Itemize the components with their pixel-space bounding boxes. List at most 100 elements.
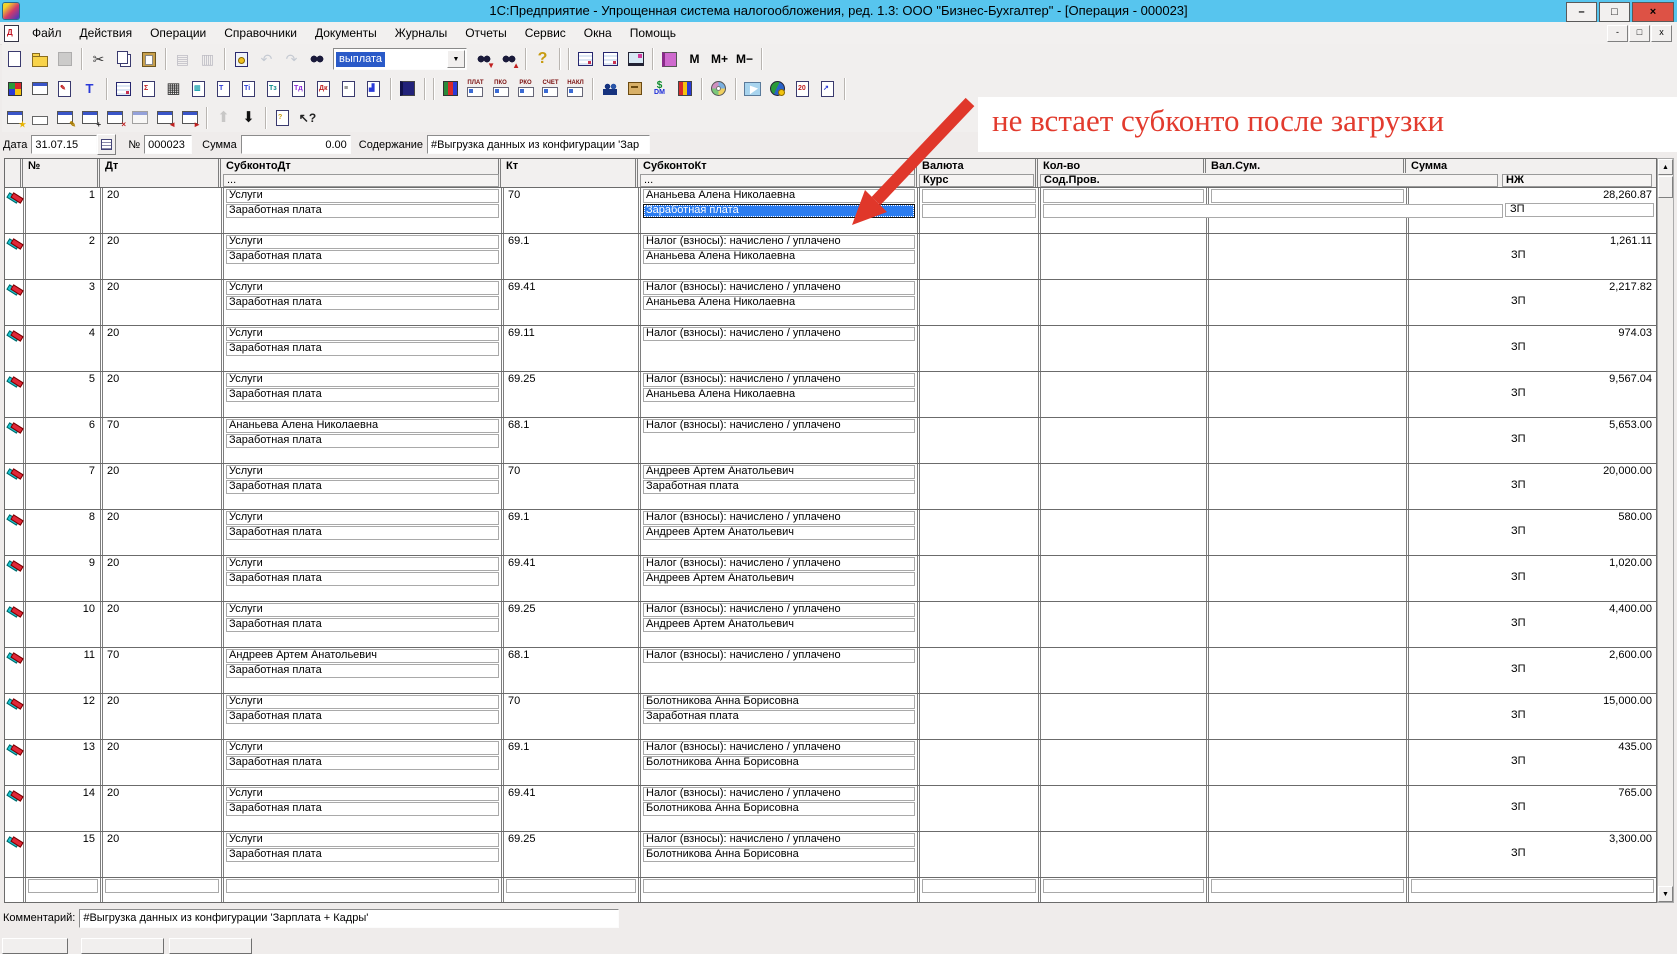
kt-cell[interactable]: 69.41 xyxy=(501,556,638,601)
posting-row-6[interactable]: 670Ананьева Алена НиколаевнаЗаработная п… xyxy=(5,418,1656,464)
currency-cell[interactable] xyxy=(917,510,1038,555)
empty-box[interactable] xyxy=(1411,879,1654,893)
kt-cell[interactable]: 68.1 xyxy=(501,418,638,463)
copy-row-icon[interactable] xyxy=(127,106,152,130)
journal-columns-icon[interactable]: ▥ xyxy=(186,77,211,101)
posting-row-11[interactable]: 1170Андреев Артем АнатольевичЗаработная … xyxy=(5,648,1656,694)
subconto-dt-line[interactable]: Заработная плата xyxy=(226,802,499,816)
kt-cell[interactable]: 69.11 xyxy=(501,326,638,371)
subconto-dt-line[interactable]: Услуги xyxy=(226,695,499,709)
posting-row-5[interactable]: 520УслугиЗаработная плата69.25Налог (взн… xyxy=(5,372,1656,418)
subconto-kt-line[interactable]: Налог (взносы): начислено / уплачено xyxy=(643,787,915,801)
currency-cell[interactable] xyxy=(917,740,1038,785)
subconto-dt-cell[interactable]: УслугиЗаработная плата xyxy=(221,188,501,233)
subconto-kt-line[interactable]: Ананьева Алена Николаевна xyxy=(643,388,915,402)
subconto-kt-cell[interactable]: Налог (взносы): начислено / уплаченоАнан… xyxy=(638,234,917,279)
menu-item-7[interactable]: Сервис xyxy=(516,23,575,43)
dt-cell[interactable]: 20 xyxy=(100,694,221,739)
calendar-icon[interactable]: 20 xyxy=(790,77,815,101)
currency-cell[interactable] xyxy=(917,602,1038,647)
subconto-kt-line[interactable]: Налог (взносы): начислено / уплачено xyxy=(643,511,915,525)
num-cell[interactable]: 1 xyxy=(23,188,100,233)
posting-row-4[interactable]: 420УслугиЗаработная плата69.11Налог (взн… xyxy=(5,326,1656,372)
print-preview-icon[interactable]: ▥ xyxy=(195,47,220,71)
valsum-cell[interactable] xyxy=(1206,832,1406,877)
sum-cell[interactable]: 974.03ЗП xyxy=(1406,326,1656,371)
calculator-icon[interactable] xyxy=(573,47,598,71)
dt-cell[interactable]: 20 xyxy=(100,832,221,877)
report-chart-icon[interactable]: ▟ xyxy=(361,77,386,101)
currency-cell[interactable] xyxy=(917,694,1038,739)
valsum-cell[interactable] xyxy=(1206,694,1406,739)
posting-row-12[interactable]: 1220УслугиЗаработная плата70Болотникова … xyxy=(5,694,1656,740)
nj-marker[interactable]: ЗП xyxy=(1506,525,1656,539)
posting-row-8[interactable]: 820УслугиЗаработная плата69.1Налог (взно… xyxy=(5,510,1656,556)
num-cell[interactable]: 12 xyxy=(23,694,100,739)
nj-marker[interactable]: ЗП xyxy=(1506,433,1656,447)
report-t-icon[interactable]: Т xyxy=(211,77,236,101)
currency-cell[interactable] xyxy=(917,418,1038,463)
mdi-restore-button[interactable]: □ xyxy=(1629,25,1650,42)
num-cell[interactable]: 7 xyxy=(23,464,100,509)
internet-globe-icon[interactable] xyxy=(765,77,790,101)
add-row-icon[interactable]: + xyxy=(77,106,102,130)
schet-icon[interactable]: СЧЕТ xyxy=(538,77,563,101)
document-edit-icon[interactable]: ✎ xyxy=(52,77,77,101)
qty-cell[interactable] xyxy=(1038,648,1206,693)
sod-prov-box[interactable] xyxy=(1043,204,1503,218)
valsum-cell[interactable] xyxy=(1206,326,1406,371)
currency-cell[interactable] xyxy=(917,556,1038,601)
empty-box[interactable] xyxy=(643,879,915,893)
posting-row-13[interactable]: 1320УслугиЗаработная плата69.1Налог (взн… xyxy=(5,740,1656,786)
qty-cell[interactable] xyxy=(1038,740,1206,785)
number-input[interactable] xyxy=(144,135,192,154)
report-tz-icon[interactable]: Тз xyxy=(261,77,286,101)
posting-row-3[interactable]: 320УслугиЗаработная плата69.41Налог (взн… xyxy=(5,280,1656,326)
subconto-dt-line[interactable]: Услуги xyxy=(226,373,499,387)
qty-cell[interactable] xyxy=(1038,694,1206,739)
scroll-up-button[interactable]: ▲ xyxy=(1658,159,1673,175)
subconto-dt-cell[interactable]: УслугиЗаработная плата xyxy=(221,694,501,739)
paste-icon[interactable] xyxy=(136,47,161,71)
sum-cell[interactable]: 1,020.00ЗП xyxy=(1406,556,1656,601)
subconto-dt-cell[interactable]: УслугиЗаработная плата xyxy=(221,464,501,509)
empty-box[interactable] xyxy=(226,879,499,893)
num-cell[interactable]: 2 xyxy=(23,234,100,279)
kt-cell[interactable]: 69.25 xyxy=(501,372,638,417)
subconto-dt-line[interactable]: Услуги xyxy=(226,603,499,617)
nj-marker[interactable]: ЗП xyxy=(1505,203,1654,217)
subconto-dt-line[interactable]: Услуги xyxy=(226,833,499,847)
subconto-dt-cell[interactable]: УслугиЗаработная плата xyxy=(221,372,501,417)
valsum-cell[interactable] xyxy=(1206,786,1406,831)
subconto-kt-cell[interactable]: Налог (взносы): начислено / уплаченоБоло… xyxy=(638,786,917,831)
subconto-dt-cell[interactable]: УслугиЗаработная плата xyxy=(221,234,501,279)
footer-button-3[interactable] xyxy=(169,938,252,954)
subconto-kt-line[interactable]: Налог (взносы): начислено / уплачено xyxy=(643,419,915,433)
dt-cell[interactable]: 20 xyxy=(100,188,221,233)
sum-cell[interactable]: 15,000.00ЗП xyxy=(1406,694,1656,739)
document-sigma-icon[interactable]: Σ xyxy=(136,77,161,101)
subconto-kt-line[interactable]: Налог (взносы): начислено / уплачено xyxy=(643,557,915,571)
methodology-book-icon[interactable] xyxy=(395,77,420,101)
journal-icon[interactable] xyxy=(111,77,136,101)
valsum-cell[interactable] xyxy=(1206,464,1406,509)
qty-cell[interactable] xyxy=(1038,280,1206,325)
memory-m-plus-button[interactable]: М+ xyxy=(707,47,732,71)
subconto-dt-cell[interactable]: Ананьева Алена НиколаевнаЗаработная плат… xyxy=(221,418,501,463)
subconto-kt-line[interactable]: Налог (взносы): начислено / уплачено xyxy=(643,603,915,617)
sum-cell[interactable]: 580.00ЗП xyxy=(1406,510,1656,555)
subconto-dt-line[interactable]: Заработная плата xyxy=(226,204,499,218)
subconto-kt-cell[interactable]: Налог (взносы): начислено / уплаченоБоло… xyxy=(638,832,917,877)
delete-row-icon[interactable]: × xyxy=(102,106,127,130)
qty-cell[interactable] xyxy=(1038,786,1206,831)
qty-cell[interactable] xyxy=(1038,234,1206,279)
subconto-dt-line[interactable]: Заработная плата xyxy=(226,618,499,632)
vertical-scrollbar[interactable]: ▲ ▼ xyxy=(1657,158,1674,903)
subconto-dt-cell[interactable]: УслугиЗаработная плата xyxy=(221,786,501,831)
subconto-dt-cell[interactable]: УслугиЗаработная плата xyxy=(221,602,501,647)
subconto-kt-line[interactable]: Налог (взносы): начислено / уплачено xyxy=(643,741,915,755)
context-help-icon[interactable]: ↖? xyxy=(295,106,320,130)
subconto-kt-line[interactable]: Болотникова Анна Борисовна xyxy=(643,802,915,816)
subconto-kt-line[interactable]: Заработная плата xyxy=(643,480,915,494)
nj-marker[interactable]: ЗП xyxy=(1506,341,1656,355)
